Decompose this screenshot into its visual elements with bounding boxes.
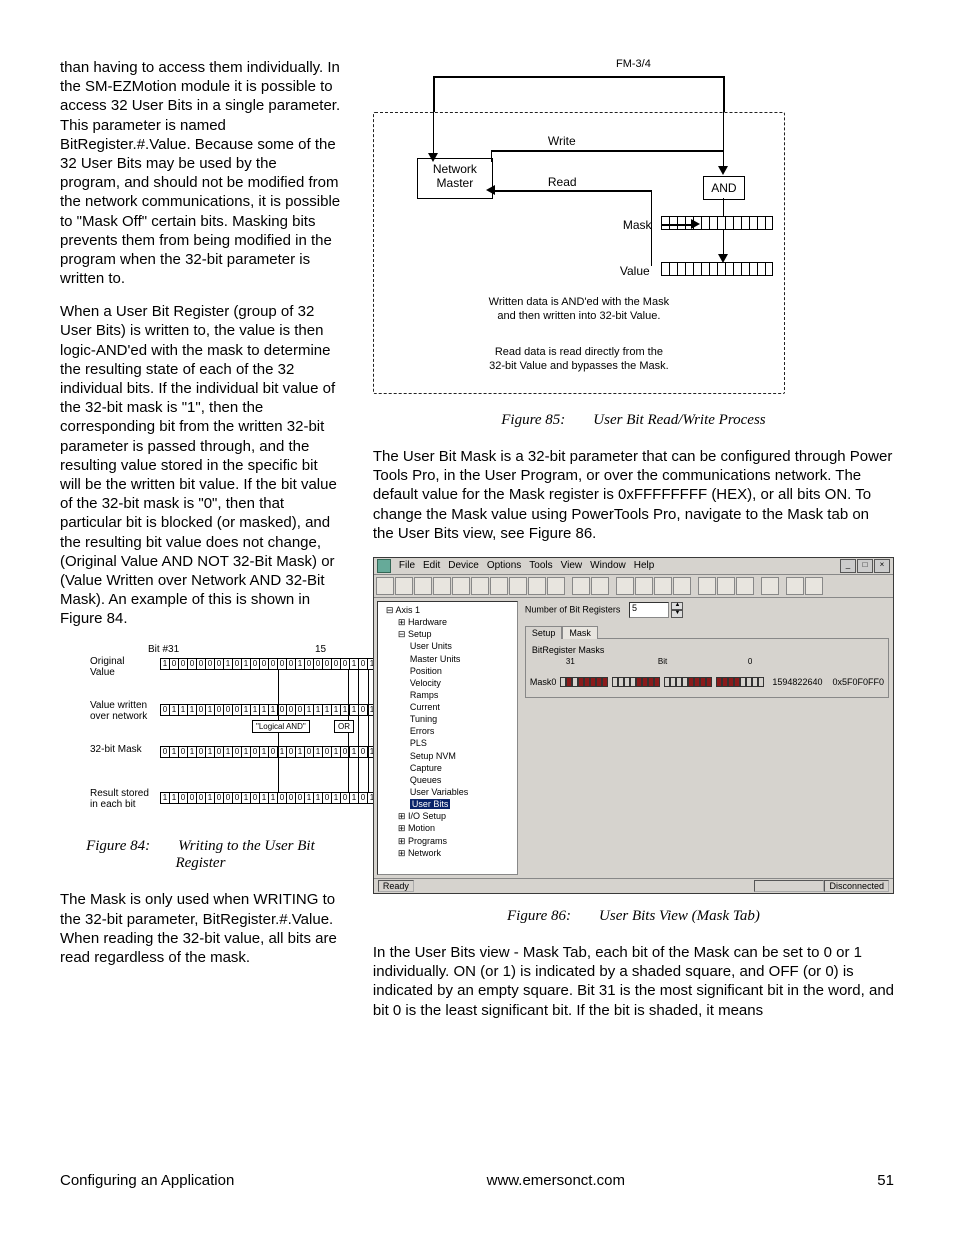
tree-item[interactable]: Queues bbox=[380, 774, 515, 786]
bitregister-masks-group: BitRegister Masks 31 Bit 0 Mask0 1594822… bbox=[525, 638, 889, 698]
desc-read: Read data is read directly from the 32-b… bbox=[409, 346, 749, 374]
status-bar: Ready Disconnected bbox=[374, 878, 893, 893]
toolbar-button[interactable] bbox=[433, 577, 451, 595]
minimize-button[interactable]: _ bbox=[840, 559, 856, 573]
status-ready: Ready bbox=[378, 880, 414, 892]
menu-options[interactable]: Options bbox=[487, 560, 521, 571]
toolbar-button[interactable] bbox=[376, 577, 394, 595]
logical-and-label: "Logical AND" bbox=[252, 720, 310, 733]
tab-mask[interactable]: Mask bbox=[562, 626, 598, 639]
toolbar-button[interactable] bbox=[736, 577, 754, 595]
paragraph: The Mask is only used when WRITING to th… bbox=[60, 890, 341, 967]
toolbar-button[interactable] bbox=[509, 577, 527, 595]
toolbar bbox=[374, 575, 893, 598]
figure-85: FM-3/4 Network Master Write Read AND bbox=[373, 58, 894, 398]
paragraph: In the User Bits view - Mask Tab, each b… bbox=[373, 943, 894, 1020]
tab-setup[interactable]: Setup bbox=[525, 626, 563, 639]
footer-right: 51 bbox=[877, 1172, 894, 1189]
mask-hex: 0x5F0F0FF0 bbox=[832, 677, 884, 687]
menu-view[interactable]: View bbox=[561, 560, 583, 571]
toolbar-button[interactable] bbox=[528, 577, 546, 595]
paragraph: The User Bit Mask is a 32-bit parameter … bbox=[373, 447, 894, 543]
maximize-button[interactable]: □ bbox=[857, 559, 873, 573]
paragraph: When a User Bit Register (group of 32 Us… bbox=[60, 302, 341, 628]
write-label: Write bbox=[548, 134, 576, 148]
app-icon bbox=[377, 559, 391, 573]
tree-item[interactable]: Ramps bbox=[380, 689, 515, 701]
mask-decimal: 1594822640 bbox=[772, 677, 822, 687]
footer-center: www.emersonct.com bbox=[487, 1172, 625, 1189]
menu-window[interactable]: Window bbox=[590, 560, 626, 571]
mask-label: Mask bbox=[623, 218, 652, 232]
tree-item[interactable]: Velocity bbox=[380, 677, 515, 689]
status-disconnected: Disconnected bbox=[824, 880, 889, 892]
and-box: AND bbox=[703, 176, 745, 200]
fm-label: FM-3/4 bbox=[616, 58, 651, 70]
mask-bits[interactable] bbox=[560, 677, 764, 687]
value-label: Value bbox=[620, 264, 650, 278]
nav-tree[interactable]: ⊟ Axis 1 ⊞ Hardware ⊟ Setup User UnitsMa… bbox=[377, 601, 518, 875]
footer-left: Configuring an Application bbox=[60, 1172, 234, 1189]
toolbar-button[interactable] bbox=[761, 577, 779, 595]
tree-item[interactable]: PLS bbox=[380, 737, 515, 749]
toolbar-button[interactable] bbox=[490, 577, 508, 595]
toolbar-button[interactable] bbox=[616, 577, 634, 595]
numreg-label: Number of Bit Registers bbox=[525, 604, 621, 614]
close-button[interactable]: × bbox=[874, 559, 890, 573]
network-master-box: Network Master bbox=[417, 158, 493, 199]
tree-item[interactable]: Tuning bbox=[380, 713, 515, 725]
figure-86-screenshot: File Edit Device Options Tools View Wind… bbox=[373, 557, 894, 894]
figure-caption: Figure 86:User Bits View (Mask Tab) bbox=[373, 908, 894, 925]
figure-84: Bit #31 15 0 Original Value Value writte… bbox=[60, 644, 341, 824]
tree-selected[interactable]: User Bits bbox=[410, 799, 451, 809]
toolbar-button[interactable] bbox=[635, 577, 653, 595]
menu-edit[interactable]: Edit bbox=[423, 560, 440, 571]
toolbar-button[interactable] bbox=[471, 577, 489, 595]
menu-help[interactable]: Help bbox=[634, 560, 655, 571]
toolbar-button[interactable] bbox=[572, 577, 590, 595]
or-label: OR bbox=[334, 720, 354, 733]
toolbar-button[interactable] bbox=[395, 577, 413, 595]
desc-write: Written data is AND'ed with the Mask and… bbox=[409, 296, 749, 324]
mask0-label: Mask0 bbox=[530, 677, 557, 687]
main-panel: Number of Bit Registers 5 ▲▼ SetupMask B… bbox=[521, 598, 893, 878]
tree-item[interactable]: Capture bbox=[380, 762, 515, 774]
menu-file[interactable]: File bbox=[399, 560, 415, 571]
toolbar-button[interactable] bbox=[786, 577, 804, 595]
tree-item[interactable]: Errors bbox=[380, 725, 515, 737]
tree-item[interactable]: Master Units bbox=[380, 653, 515, 665]
tree-item[interactable]: Position bbox=[380, 665, 515, 677]
numreg-input[interactable]: 5 bbox=[629, 602, 669, 618]
toolbar-button[interactable] bbox=[452, 577, 470, 595]
read-label: Read bbox=[548, 175, 577, 189]
toolbar-button[interactable] bbox=[654, 577, 672, 595]
spin-buttons[interactable]: ▲▼ bbox=[671, 602, 683, 618]
toolbar-button[interactable] bbox=[698, 577, 716, 595]
bit31-label: Bit #31 bbox=[148, 644, 179, 655]
toolbar-button[interactable] bbox=[414, 577, 432, 595]
menubar: File Edit Device Options Tools View Wind… bbox=[374, 558, 893, 575]
menu-device[interactable]: Device bbox=[448, 560, 479, 571]
toolbar-button[interactable] bbox=[805, 577, 823, 595]
figure-caption: Figure 84:Writing to the User Bit Regist… bbox=[60, 838, 341, 872]
toolbar-button[interactable] bbox=[591, 577, 609, 595]
bit15-label: 15 bbox=[315, 644, 326, 655]
toolbar-button[interactable] bbox=[673, 577, 691, 595]
toolbar-button[interactable] bbox=[547, 577, 565, 595]
tree-item[interactable]: User Units bbox=[380, 640, 515, 652]
toolbar-button[interactable] bbox=[717, 577, 735, 595]
page-footer: Configuring an Application www.emersonct… bbox=[60, 1172, 894, 1189]
tree-item[interactable]: User Variables bbox=[380, 786, 515, 798]
menu-tools[interactable]: Tools bbox=[529, 560, 552, 571]
figure-caption: Figure 85:User Bit Read/Write Process bbox=[373, 412, 894, 429]
tree-item[interactable]: Current bbox=[380, 701, 515, 713]
paragraph: than having to access them individually.… bbox=[60, 58, 341, 288]
tree-item[interactable]: Setup NVM bbox=[380, 750, 515, 762]
